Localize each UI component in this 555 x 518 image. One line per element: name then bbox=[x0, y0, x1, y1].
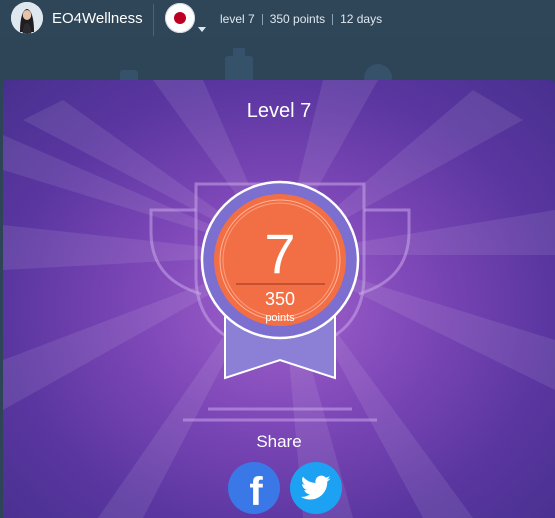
share-label: Share bbox=[256, 432, 302, 451]
stats-separator bbox=[332, 13, 334, 25]
twitter-icon bbox=[301, 475, 331, 500]
chevron-down-icon[interactable] bbox=[198, 27, 206, 32]
username[interactable]: EO4Wellness bbox=[52, 10, 143, 27]
flag-dot bbox=[174, 12, 186, 24]
twitter-share-button[interactable] bbox=[290, 462, 342, 514]
points-text: 350 points bbox=[269, 12, 326, 26]
facebook-icon: f bbox=[249, 469, 263, 514]
sunburst-rays: 7 350 points bbox=[3, 80, 555, 518]
avatar[interactable] bbox=[11, 2, 43, 34]
badge-level: 7 bbox=[264, 222, 295, 285]
level-text: level 7 bbox=[220, 12, 255, 26]
top-bar: EO4Wellness level 7 350 points 12 days bbox=[0, 0, 555, 38]
user-stats: level 7 350 points 12 days bbox=[220, 12, 382, 26]
facebook-share-button[interactable]: f bbox=[228, 462, 280, 514]
divider bbox=[153, 4, 154, 36]
days-text: 12 days bbox=[340, 12, 383, 26]
level-up-modal: 7 350 points Level 7 Share f bbox=[3, 80, 555, 518]
badge-points-unit: points bbox=[265, 312, 295, 324]
badge-points: 350 bbox=[265, 289, 295, 309]
stats-separator bbox=[261, 13, 263, 25]
modal-title: Level 7 bbox=[246, 100, 312, 122]
japan-flag-icon[interactable] bbox=[165, 3, 195, 33]
